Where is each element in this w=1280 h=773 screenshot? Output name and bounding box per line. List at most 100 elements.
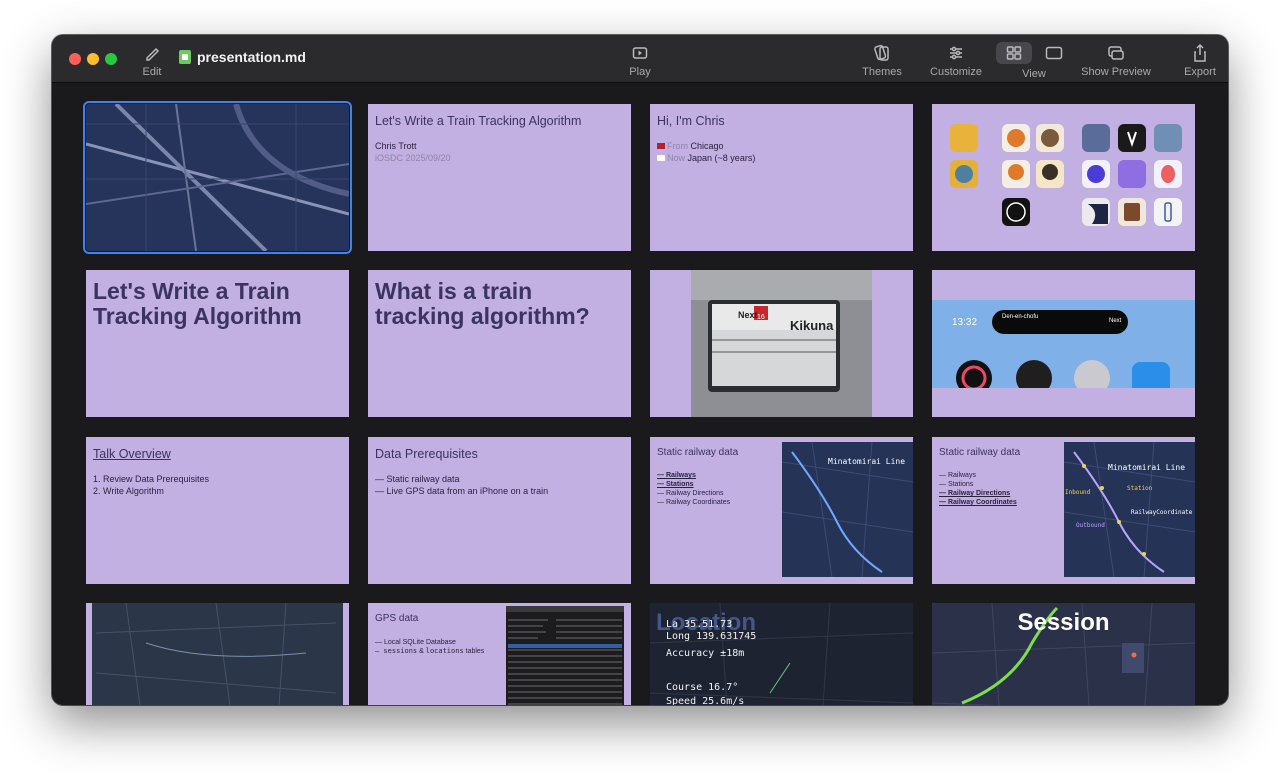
from-value: Chicago [690,141,724,151]
play-button[interactable]: Play [625,43,655,78]
view-label: View [1022,68,1046,80]
slide-thumbnail-1[interactable] [83,101,352,254]
map-label: Minatomirai Line [1108,463,1186,472]
file-name: presentation.md [197,49,306,65]
list-item: — Railways [657,471,696,480]
slide-title: Static railway data [657,447,739,458]
slide-title: Let's Write a Train Tracking Algorithm [375,114,582,128]
app-icons-grid [950,124,1182,226]
from-line: From Chicago [657,140,724,152]
outbound-label: Outbound [1076,522,1105,529]
share-icon [1194,43,1206,62]
slide-thumbnail-14[interactable]: GPS data — Local SQLite Database — sessi… [368,603,631,705]
status-time: 13:32 [952,317,978,328]
slide-thumbnail-6[interactable]: What is a train tracking algorithm? [368,270,631,417]
document-title: presentation.md [179,49,306,65]
list-item: — Static railway data [375,474,460,484]
us-flag-icon [657,143,665,149]
slide-thumbnail-4[interactable] [932,104,1195,251]
map-image [86,104,349,251]
speed: Speed 25.6m/s [666,696,745,705]
from-label: From [667,141,688,151]
show-preview-button[interactable]: Show Preview [1080,43,1152,78]
slide-thumbnail-10[interactable]: Data Prerequisites — Static railway data… [368,437,631,584]
slide-thumbnail-16[interactable]: Session [932,603,1195,705]
slide-thumbnail-3[interactable]: Hi, I'm Chris From Chicago Now Japan (~8… [650,104,913,251]
region-map [92,603,343,705]
live-activity-station: Den-en-chofu [1002,314,1039,320]
longitude: Long 139.631745 [666,631,757,642]
slide-title: Static railway data [939,447,1021,458]
slide-title: Talk Overview [93,447,171,461]
slide-thumbnail-15[interactable]: Location La 35.51.73 Long 139.631745 Acc… [650,603,913,705]
railway-coordinate-label: RailwayCoordinate [1131,509,1193,516]
sliders-icon [950,46,962,60]
slide-thumbnail-2[interactable]: Let's Write a Train Tracking Algorithm C… [368,104,631,251]
list-item: — Local SQLite Database [375,639,456,646]
themes-button[interactable]: Themes [860,43,904,78]
now-value: Japan (~8 years) [687,153,756,163]
slide-thumbnail-8[interactable]: 13:32 Den-en-chofu Next [932,270,1195,417]
slide-thumbnail-11[interactable]: Static railway data — Railways — Station… [650,437,913,584]
phone-screenshot [932,300,1195,417]
preview-windows-icon [1108,46,1124,60]
code-sessions: — sessions [375,647,418,655]
close-window-button[interactable] [69,53,81,65]
customize-button[interactable]: Customize [924,43,988,78]
accuracy: Accuracy ±18m [666,648,745,659]
now-label: Now [667,153,686,163]
themes-label: Themes [862,66,902,78]
list-item: — Railway Directions [657,490,724,497]
slide-thumbnail-5[interactable]: Let's Write a Train Tracking Algorithm [86,270,349,417]
slide-title: Let's Write a Train Tracking Algorithm [93,278,302,329]
station-label: Station [1127,485,1153,492]
list-item: — Stations [939,481,974,488]
list-item: — Stations [657,480,694,489]
list-item: — Live GPS data from an iPhone on a trai… [375,486,549,496]
slide-title: Hi, I'm Chris [657,114,725,128]
line-number: 16 [757,314,765,321]
markdown-file-icon [179,50,191,64]
export-button[interactable]: Export [1180,43,1220,78]
list-item: — Railways [939,472,976,479]
inbound-label: Inbound [1065,489,1091,496]
view-single-button[interactable] [1036,43,1072,66]
themes-icon [874,44,889,61]
tables-word: tables [465,648,485,655]
slide-thumbnail-7[interactable]: Next 16 Kikuna [650,270,913,417]
export-label: Export [1184,66,1216,78]
slide-title: GPS data [375,613,419,624]
list-item: — Railway Coordinates [657,499,731,506]
play-label: Play [629,66,651,78]
database-screenshot [506,606,624,705]
slide-event: iOSDC 2025/09/20 [375,153,451,163]
view-label-wrap: View [1014,68,1054,80]
list-item: 2. Write Algorithm [93,486,164,496]
slide-thumbnail-13[interactable] [86,603,349,705]
next-label: Next [738,310,758,320]
code-locations: locations [425,647,464,655]
latitude: La 35.51.73 [666,619,733,630]
japan-flag-icon [657,155,665,161]
view-grid-button[interactable] [996,43,1032,66]
zoom-window-button[interactable] [105,53,117,65]
play-icon [632,47,648,59]
live-activity-next: Next [1109,318,1122,324]
minimize-window-button[interactable] [87,53,99,65]
pencil-icon [146,47,160,61]
single-slide-icon [1045,46,1063,60]
station-name: Kikuna [790,318,834,333]
edit-button[interactable]: Edit [138,43,166,78]
slide-title: What is a train tracking algorithm? [375,278,590,329]
ampersand: & [419,648,424,655]
slide-thumbnail-9[interactable]: Talk Overview 1. Review Data Prerequisit… [86,437,349,584]
slide-title: Data Prerequisites [375,447,478,461]
list-item: 1. Review Data Prerequisites [93,474,210,484]
slide-thumbnail-12[interactable]: Static railway data — Railways — Station… [932,437,1195,584]
edit-label: Edit [142,66,162,78]
slide-author: Chris Trott [375,141,417,151]
customize-label: Customize [930,66,982,78]
list-item-text: — Stations [657,481,694,488]
toolbar: Edit presentation.md Play Themes Customi… [52,35,1228,83]
train-display-photo [691,270,872,417]
